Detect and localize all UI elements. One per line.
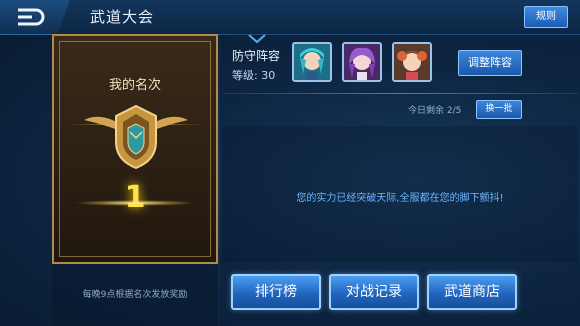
remaining-value: 2/5 bbox=[446, 106, 462, 116]
top-bar: 武道大会 规则 bbox=[0, 0, 580, 35]
panel-divider bbox=[222, 93, 578, 94]
level-value: 30 bbox=[261, 69, 276, 82]
hero-portrait-2[interactable] bbox=[342, 42, 382, 82]
refresh-opponents-button[interactable]: 换一批 bbox=[476, 100, 522, 119]
battle-log-button[interactable]: 对战记录 bbox=[329, 274, 419, 310]
page-title: 武道大会 bbox=[90, 8, 155, 26]
rules-button[interactable]: 规则 bbox=[524, 6, 568, 28]
rank-number: 1 bbox=[124, 180, 146, 215]
back-arrow-icon bbox=[18, 8, 45, 26]
rank-label: 我的名次 bbox=[108, 78, 161, 93]
level-label: 等级: bbox=[232, 69, 258, 82]
remaining-attempts: 今日剩余 2/5 bbox=[408, 103, 461, 116]
adjust-lineup-button[interactable]: 调整阵容 bbox=[458, 50, 522, 76]
chevron-down-icon bbox=[248, 34, 266, 44]
top-rank-message: 您的实力已经突破天际,全服都在您的脚下颤抖! bbox=[296, 193, 504, 204]
back-button[interactable] bbox=[0, 0, 70, 34]
remaining-label: 今日剩余 bbox=[408, 106, 445, 116]
hero-portrait-1[interactable] bbox=[292, 42, 332, 82]
martial-shop-button[interactable]: 武道商店 bbox=[427, 274, 517, 310]
rank-emblem-icon bbox=[84, 104, 188, 170]
hero-portrait-3[interactable] bbox=[392, 42, 432, 82]
rank-card: 我的名次 1 bbox=[52, 34, 218, 264]
defense-lineup-title: 防守阵容 bbox=[232, 49, 281, 63]
reward-note: 每晚9点根据名次发放奖励 bbox=[52, 264, 218, 326]
leaderboard-button[interactable]: 排行榜 bbox=[231, 274, 321, 310]
level-row: 等级: 30 bbox=[232, 67, 275, 83]
rank-glow bbox=[74, 200, 196, 206]
